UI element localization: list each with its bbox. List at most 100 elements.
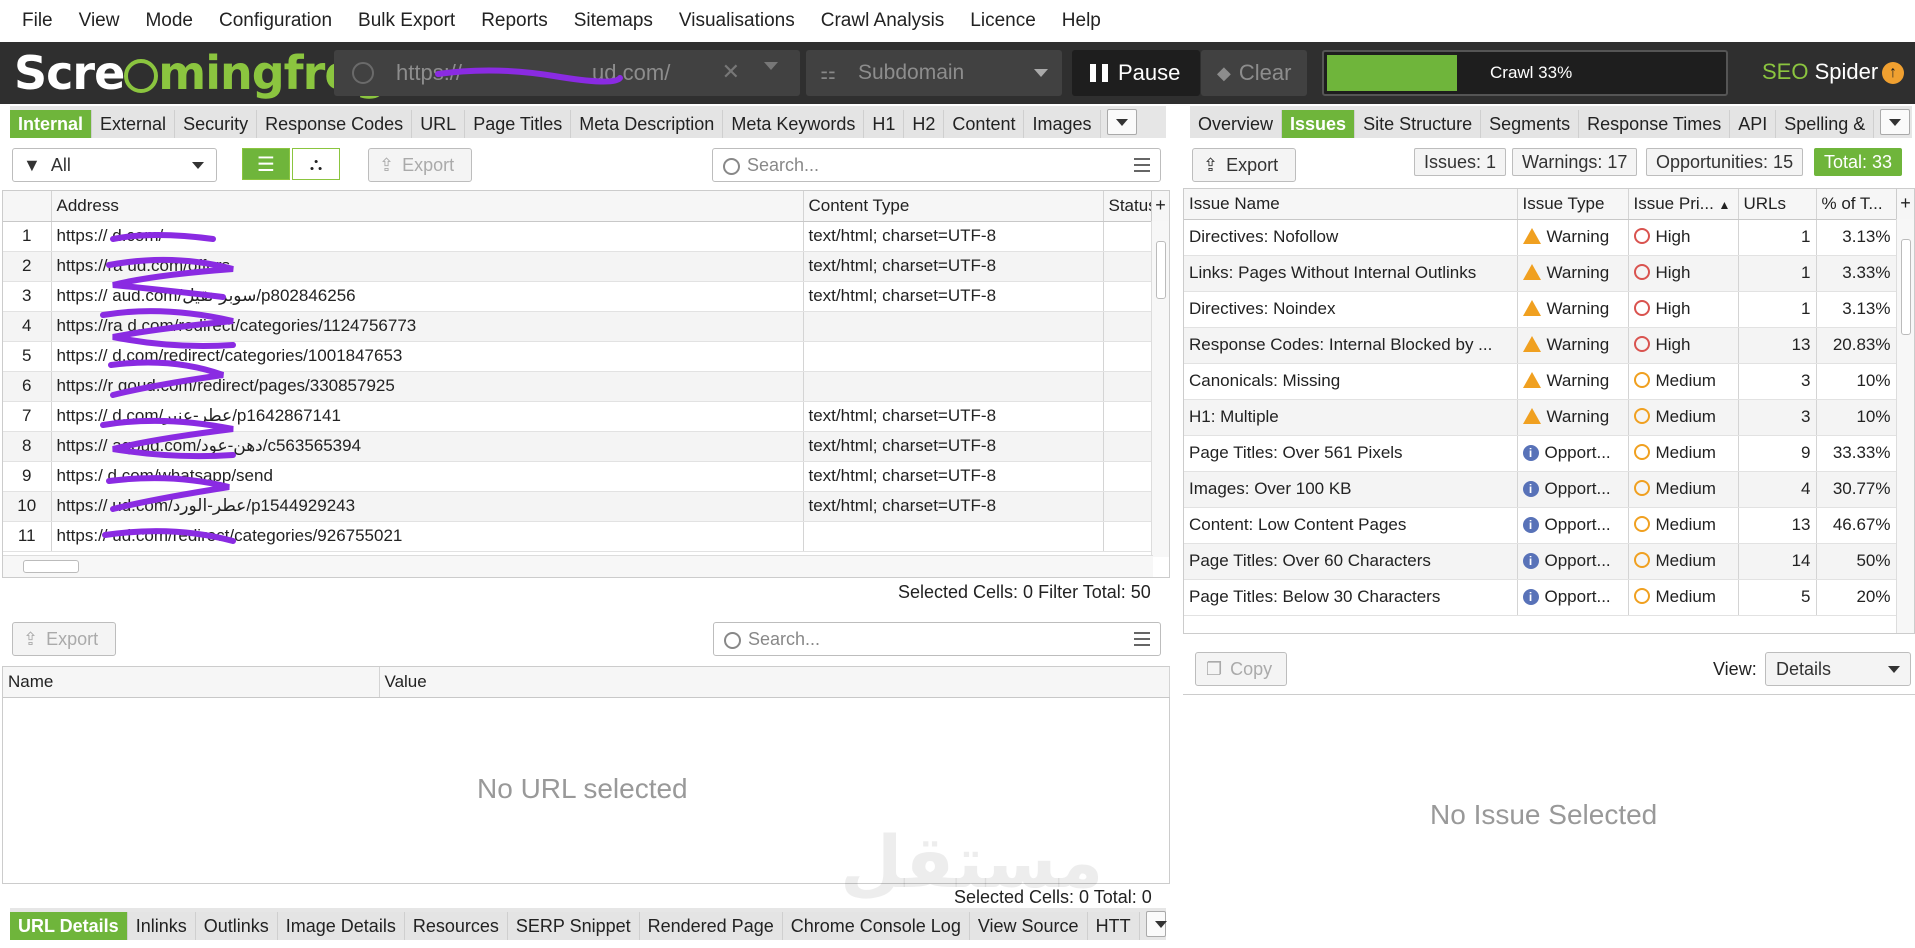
content-type-cell[interactable] bbox=[803, 311, 1104, 342]
issue-name-cell[interactable]: Page Titles: Below 30 Characters bbox=[1184, 579, 1518, 616]
url-input[interactable]: https://ud.com/ ✕ bbox=[334, 50, 800, 96]
export-button[interactable]: ⇪ Export bbox=[368, 148, 472, 182]
menu-item-sitemaps[interactable]: Sitemaps bbox=[574, 10, 653, 32]
issue-priority-cell[interactable]: High bbox=[1628, 327, 1739, 364]
issues-export-button[interactable]: ⇪ Export bbox=[1192, 148, 1296, 182]
issue-row[interactable]: Images: Over 100 KB i Opport... Medium 4 30.7… bbox=[1184, 471, 1897, 508]
tab-overview[interactable]: Overview bbox=[1190, 110, 1283, 138]
issue-type-cell[interactable]: i Opport... bbox=[1517, 507, 1629, 544]
issue-type-cell[interactable]: i Opport... bbox=[1517, 543, 1629, 580]
content-type-cell[interactable]: text/html; charset=UTF-8 bbox=[803, 281, 1104, 312]
issue-name-cell[interactable]: Response Codes: Internal Blocked by ... bbox=[1184, 327, 1518, 364]
percent-cell[interactable]: 20% bbox=[1816, 579, 1897, 616]
content-type-cell[interactable] bbox=[803, 371, 1104, 402]
issue-row[interactable]: Page Titles: Over 561 Pixels i Opport... Me… bbox=[1184, 435, 1897, 472]
issue-name-cell[interactable]: Canonicals: Missing bbox=[1184, 363, 1518, 400]
percent-cell[interactable]: 33.33% bbox=[1816, 435, 1897, 472]
column-header-issue-priority[interactable]: Issue Pri... ▲ bbox=[1628, 189, 1739, 220]
issue-type-cell[interactable]: Warning bbox=[1517, 327, 1629, 364]
filter-select[interactable]: ▼ All bbox=[12, 148, 217, 182]
issue-type-cell[interactable]: Warning bbox=[1517, 219, 1629, 256]
menu-item-configuration[interactable]: Configuration bbox=[219, 10, 332, 32]
tab-url-details[interactable]: URL Details bbox=[10, 912, 128, 940]
percent-cell[interactable]: 20.83% bbox=[1816, 327, 1897, 364]
column-header-percent[interactable]: % of T... bbox=[1816, 189, 1897, 220]
issue-row[interactable]: Directives: Noindex Warning High 1 3.13% bbox=[1184, 291, 1897, 328]
urls-cell[interactable]: 1 bbox=[1738, 255, 1817, 292]
search-input[interactable]: Search... bbox=[712, 148, 1161, 182]
issue-row[interactable]: Canonicals: Missing Warning Medium 3 10% bbox=[1184, 363, 1897, 400]
issue-priority-cell[interactable]: Medium bbox=[1628, 363, 1739, 400]
detail-search-input[interactable]: Search... bbox=[713, 622, 1161, 656]
urls-cell[interactable]: 4 bbox=[1738, 471, 1817, 508]
percent-cell[interactable]: 46.67% bbox=[1816, 507, 1897, 544]
clear-button[interactable]: ◆ Clear bbox=[1201, 50, 1307, 96]
urls-cell[interactable]: 9 bbox=[1738, 435, 1817, 472]
content-type-cell[interactable]: text/html; charset=UTF-8 bbox=[803, 491, 1104, 522]
vertical-scrollbar[interactable] bbox=[1151, 221, 1169, 557]
tab-url[interactable]: URL bbox=[412, 110, 466, 138]
search-options-icon[interactable] bbox=[1134, 632, 1150, 646]
issue-name-cell[interactable]: Directives: Nofollow bbox=[1184, 219, 1518, 256]
status-cell[interactable] bbox=[1103, 401, 1154, 432]
column-header-issue-type[interactable]: Issue Type bbox=[1517, 189, 1629, 220]
content-type-cell[interactable]: text/html; charset=UTF-8 bbox=[803, 251, 1104, 282]
issue-name-cell[interactable]: Directives: Noindex bbox=[1184, 291, 1518, 328]
issue-type-cell[interactable]: i Opport... bbox=[1517, 471, 1629, 508]
url-history-dropdown-icon[interactable] bbox=[764, 62, 778, 70]
urls-cell[interactable]: 3 bbox=[1738, 399, 1817, 436]
content-type-cell[interactable]: text/html; charset=UTF-8 bbox=[803, 431, 1104, 462]
tab-content[interactable]: Content bbox=[944, 110, 1025, 138]
pause-button[interactable]: Pause bbox=[1072, 50, 1200, 96]
issue-priority-cell[interactable]: High bbox=[1628, 219, 1739, 256]
column-header-content-type[interactable]: Content Type bbox=[803, 191, 1104, 222]
content-type-cell[interactable] bbox=[803, 341, 1104, 372]
tab-rendered-page[interactable]: Rendered Page bbox=[639, 912, 783, 940]
content-type-cell[interactable]: text/html; charset=UTF-8 bbox=[803, 461, 1104, 492]
menu-item-view[interactable]: View bbox=[79, 10, 120, 32]
add-column-button[interactable]: + bbox=[1896, 189, 1914, 219]
tab-inlinks[interactable]: Inlinks bbox=[127, 912, 196, 940]
column-header-address[interactable]: Address bbox=[51, 191, 804, 222]
status-cell[interactable] bbox=[1103, 311, 1154, 342]
menu-item-file[interactable]: File bbox=[22, 10, 53, 32]
tab-chrome-console-log[interactable]: Chrome Console Log bbox=[782, 912, 970, 940]
tab-images[interactable]: Images bbox=[1024, 110, 1101, 138]
horizontal-scrollbar[interactable] bbox=[3, 555, 1153, 577]
issues-count-badge[interactable]: Issues: 1 bbox=[1414, 148, 1507, 176]
issue-type-cell[interactable]: Warning bbox=[1517, 291, 1629, 328]
urls-cell[interactable]: 1 bbox=[1738, 219, 1817, 256]
column-header-name[interactable]: Name bbox=[3, 667, 380, 698]
status-cell[interactable] bbox=[1103, 221, 1154, 252]
issue-priority-cell[interactable]: Medium bbox=[1628, 471, 1739, 508]
urls-cell[interactable]: 13 bbox=[1738, 507, 1817, 544]
crawl-mode-select[interactable]: ⚏ Subdomain bbox=[806, 50, 1062, 96]
more-tabs-dropdown-icon[interactable] bbox=[1880, 109, 1911, 135]
copy-button[interactable]: ❐ Copy bbox=[1195, 652, 1287, 686]
tab-page-titles[interactable]: Page Titles bbox=[465, 110, 572, 138]
percent-cell[interactable]: 50% bbox=[1816, 543, 1897, 580]
issues-vertical-scrollbar[interactable] bbox=[1896, 219, 1914, 633]
tab-response-times[interactable]: Response Times bbox=[1579, 110, 1731, 138]
column-header-issue-name[interactable]: Issue Name bbox=[1184, 189, 1518, 220]
issue-name-cell[interactable]: Links: Pages Without Internal Outlinks bbox=[1184, 255, 1518, 292]
issue-priority-cell[interactable]: Medium bbox=[1628, 507, 1739, 544]
column-header-status[interactable]: Status bbox=[1103, 191, 1154, 222]
issue-row[interactable]: Page Titles: Below 30 Characters i Opport.… bbox=[1184, 579, 1897, 616]
status-cell[interactable] bbox=[1103, 431, 1154, 462]
urls-cell[interactable]: 14 bbox=[1738, 543, 1817, 580]
issue-row[interactable]: Directives: Nofollow Warning High 1 3.13% bbox=[1184, 219, 1897, 256]
urls-cell[interactable]: 1 bbox=[1738, 291, 1817, 328]
menu-item-licence[interactable]: Licence bbox=[970, 10, 1036, 32]
issue-priority-cell[interactable]: Medium bbox=[1628, 543, 1739, 580]
opportunities-count-badge[interactable]: Opportunities: 15 bbox=[1646, 148, 1804, 176]
issue-row[interactable]: Response Codes: Internal Blocked by ... W… bbox=[1184, 327, 1897, 364]
issue-name-cell[interactable]: Page Titles: Over 561 Pixels bbox=[1184, 435, 1518, 472]
status-cell[interactable] bbox=[1103, 251, 1154, 282]
status-cell[interactable] bbox=[1103, 491, 1154, 522]
issue-priority-cell[interactable]: High bbox=[1628, 255, 1739, 292]
view-select[interactable]: Details bbox=[1765, 652, 1911, 686]
issue-row[interactable]: H1: Multiple Warning Medium 3 10% bbox=[1184, 399, 1897, 436]
detail-export-button[interactable]: ⇪ Export bbox=[12, 622, 116, 656]
menu-item-reports[interactable]: Reports bbox=[481, 10, 548, 32]
